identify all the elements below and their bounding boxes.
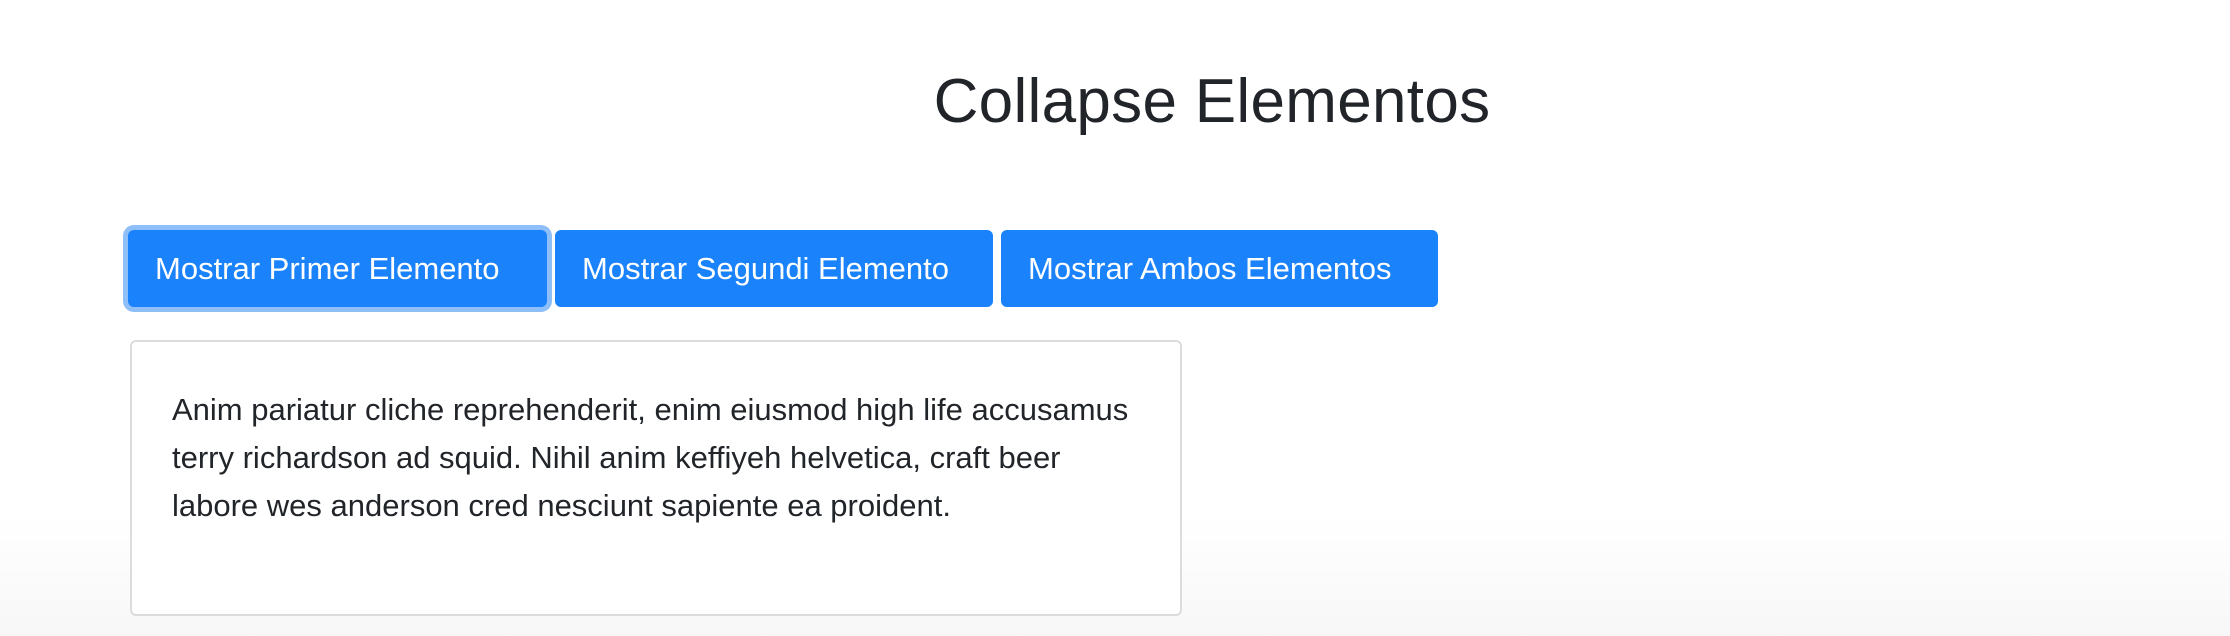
collapse-card: Anim pariatur cliche reprehenderit, enim… (130, 340, 1182, 616)
button-group: Mostrar Primer Elemento Mostrar Segundi … (128, 230, 1438, 307)
show-both-elements-button[interactable]: Mostrar Ambos Elementos (1001, 230, 1438, 307)
show-first-element-button[interactable]: Mostrar Primer Elemento (128, 230, 547, 307)
page-title: Collapse Elementos (933, 67, 1491, 136)
collapse-card-text: Anim pariatur cliche reprehenderit, enim… (172, 392, 1129, 523)
show-second-element-button[interactable]: Mostrar Segundi Elemento (555, 230, 993, 307)
